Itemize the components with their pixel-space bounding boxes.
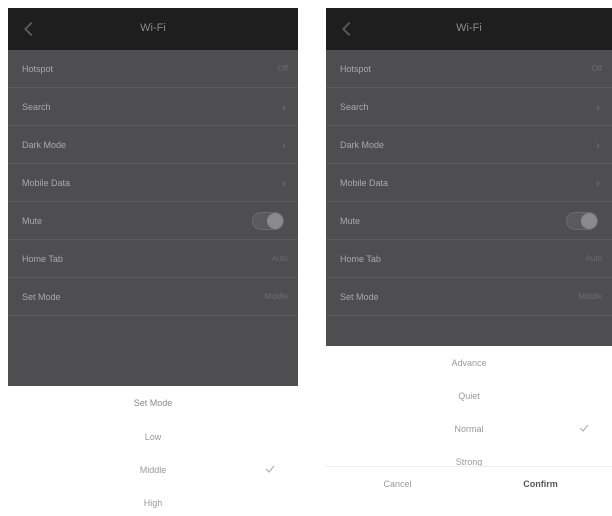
row-label: Dark Mode [22,139,67,150]
row-label: Mobile Data [340,177,389,188]
settings-row-mute: Mute [8,202,298,240]
option-label: Normal [454,423,484,434]
cancel-button[interactable]: Cancel [326,467,469,500]
chevron-right-icon: › [282,137,286,152]
row-label: Set Mode [340,291,379,302]
option-quiet[interactable]: Quiet [326,379,612,412]
option-low[interactable]: Low [8,420,298,453]
settings-row-hotspot[interactable]: Hotspot Off [326,50,612,88]
page-title: Wi-Fi [456,22,482,34]
check-icon [264,463,276,475]
chevron-right-icon: › [596,99,600,114]
row-label: Home Tab [22,253,63,264]
option-normal[interactable]: Normal [326,412,612,445]
sheet-title: Set Mode [133,398,173,408]
chevron-right-icon: › [596,137,600,152]
option-label: Middle [139,464,167,475]
option-advance[interactable]: Advance [326,346,612,379]
row-value: Off [277,64,288,73]
row-label: Hotspot [22,63,54,74]
settings-row-dark-mode[interactable]: Dark Mode › [8,126,298,164]
settings-row-home-tab[interactable]: Home Tab Auto [8,240,298,278]
settings-row-mute: Mute [326,202,612,240]
settings-row-home-tab[interactable]: Home Tab Auto [326,240,612,278]
row-value: Off [591,64,602,73]
settings-row-set-mode[interactable]: Set Mode Middle [326,278,612,316]
settings-row-mobile-data[interactable]: Mobile Data › [8,164,298,202]
row-value: Auto [585,254,602,263]
option-middle[interactable]: Middle [8,453,298,486]
row-label: Home Tab [340,253,381,264]
chevron-right-icon: › [282,175,286,190]
mode-picker-sheet: Advance Quiet Normal Strong Cancel Confi… [326,346,612,508]
settings-row-dark-mode[interactable]: Dark Mode › [326,126,612,164]
app-bar: Wi-Fi [8,8,298,50]
option-high[interactable]: High [8,486,298,508]
settings-row-set-mode[interactable]: Set Mode Middle [8,278,298,316]
row-value: Middle [264,292,288,301]
mode-bottom-sheet: Set Mode Low Middle High [8,386,298,508]
toggle-knob [581,213,597,229]
settings-row-search[interactable]: Search › [326,88,612,126]
mute-toggle[interactable] [566,212,598,230]
row-label: Mobile Data [22,177,71,188]
settings-row-mobile-data[interactable]: Mobile Data › [326,164,612,202]
mute-toggle[interactable] [252,212,284,230]
chevron-right-icon: › [596,175,600,190]
settings-row-hotspot[interactable]: Hotspot Off [8,50,298,88]
check-icon [578,422,590,434]
row-value: Auto [271,254,288,263]
row-label: Mute [22,215,43,226]
chevron-right-icon: › [282,99,286,114]
row-label: Dark Mode [340,139,385,150]
sheet-footer: Cancel Confirm [326,466,612,500]
row-label: Search [340,101,369,112]
page-title: Wi-Fi [140,22,166,34]
phone-screen-right: Wi-Fi Hotspot Off Search › Dark Mode › M… [326,8,612,508]
row-label: Search [22,101,51,112]
row-label: Set Mode [22,291,61,302]
row-label: Hotspot [340,63,372,74]
settings-row-search[interactable]: Search › [8,88,298,126]
app-bar: Wi-Fi [326,8,612,50]
row-value: Middle [578,292,602,301]
toggle-knob [267,213,283,229]
row-label: Mute [340,215,361,226]
confirm-button[interactable]: Confirm [469,467,612,500]
phone-screen-left: Wi-Fi Hotspot Off Search › Dark Mode › M… [8,8,298,508]
